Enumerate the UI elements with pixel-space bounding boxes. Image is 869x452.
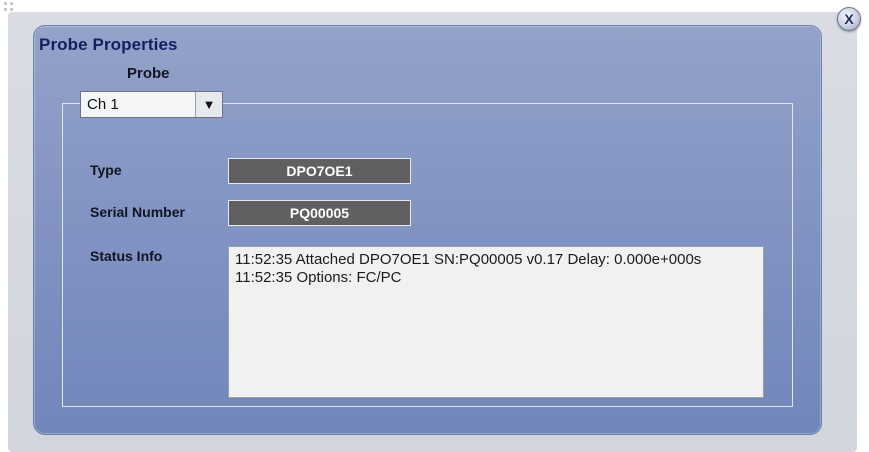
probe-channel-value: Ch 1 [87, 96, 119, 113]
serial-number-value: PQ00005 [228, 200, 411, 226]
probe-channel-dropdown[interactable]: Ch 1 ▼ [80, 91, 223, 118]
type-value: DPO7OE1 [228, 158, 411, 184]
status-info-label: Status Info [90, 248, 163, 264]
resize-grip-icon [4, 2, 14, 12]
status-line: 11:52:35 Attached DPO7OE1 SN:PQ00005 v0.… [235, 251, 702, 268]
dialog-title: Probe Properties [39, 35, 178, 54]
chevron-down-icon[interactable]: ▼ [195, 92, 222, 117]
type-label: Type [90, 162, 122, 178]
status-info-textarea[interactable]: 11:52:35 Attached DPO7OE1 SN:PQ00005 v0.… [228, 246, 764, 398]
serial-number-label: Serial Number [90, 204, 185, 220]
probe-label: Probe [127, 65, 170, 82]
status-line: 11:52:35 Options: FC/PC [235, 269, 402, 286]
close-button[interactable]: X [837, 7, 861, 31]
